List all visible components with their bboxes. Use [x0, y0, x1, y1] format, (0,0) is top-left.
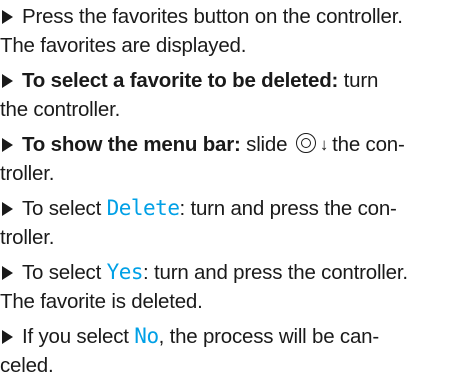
step-6-text-post: , the process will be can- [158, 325, 380, 348]
step-4-text-post: : turn and press the con- [179, 197, 397, 220]
bullet-arrow-icon [2, 202, 13, 216]
step-6-text-pre: If you select [22, 325, 135, 348]
ui-label-yes: Yes [106, 260, 144, 284]
step-5-text-pre: To select [22, 261, 107, 284]
step-3: To show the menu bar: slide ↓ the con- tr… [0, 130, 463, 188]
bullet-arrow-icon [2, 330, 13, 344]
bullet-arrow-icon [2, 10, 13, 24]
step-2-text: turn [338, 69, 379, 92]
step-3-text-post: the con- [332, 133, 405, 156]
step-6-line-2: celed. [0, 354, 54, 377]
step-1-line-1: Press the favorites button on the contro… [22, 5, 403, 28]
step-3-text-pre: slide [240, 133, 293, 156]
slide-down-arrow-icon: ↓ [319, 135, 329, 154]
step-5: To select Yes: turn and press the contro… [0, 258, 463, 316]
step-4-text-pre: To select [22, 197, 107, 220]
ui-label-delete: Delete [106, 196, 180, 220]
bullet-arrow-icon [2, 74, 13, 88]
step-1-line-2: The favorites are displayed. [0, 34, 247, 57]
step-5-line-2: The favorite is deleted. [0, 290, 203, 313]
step-5-text-post: : turn and press the controller. [143, 261, 408, 284]
step-3-heading: To show the menu bar: [22, 133, 241, 156]
bullet-arrow-icon [2, 138, 13, 152]
step-3-line-2: troller. [0, 162, 55, 185]
ui-label-no: No [134, 324, 159, 348]
step-1: Press the favorites button on the contro… [0, 2, 463, 60]
step-2-line-2: the controller. [0, 98, 121, 121]
instruction-list: Press the favorites button on the contro… [0, 0, 463, 382]
step-4-line-2: troller. [0, 226, 55, 249]
controller-slide-down-icon [295, 133, 318, 155]
step-4: To select Delete: turn and press the con… [0, 194, 463, 252]
step-2-heading: To select a favorite to be deleted: [22, 69, 339, 92]
step-2: To select a favorite to be deleted: turn… [0, 66, 463, 124]
step-6: If you select No, the process will be ca… [0, 322, 463, 380]
bullet-arrow-icon [2, 266, 13, 280]
